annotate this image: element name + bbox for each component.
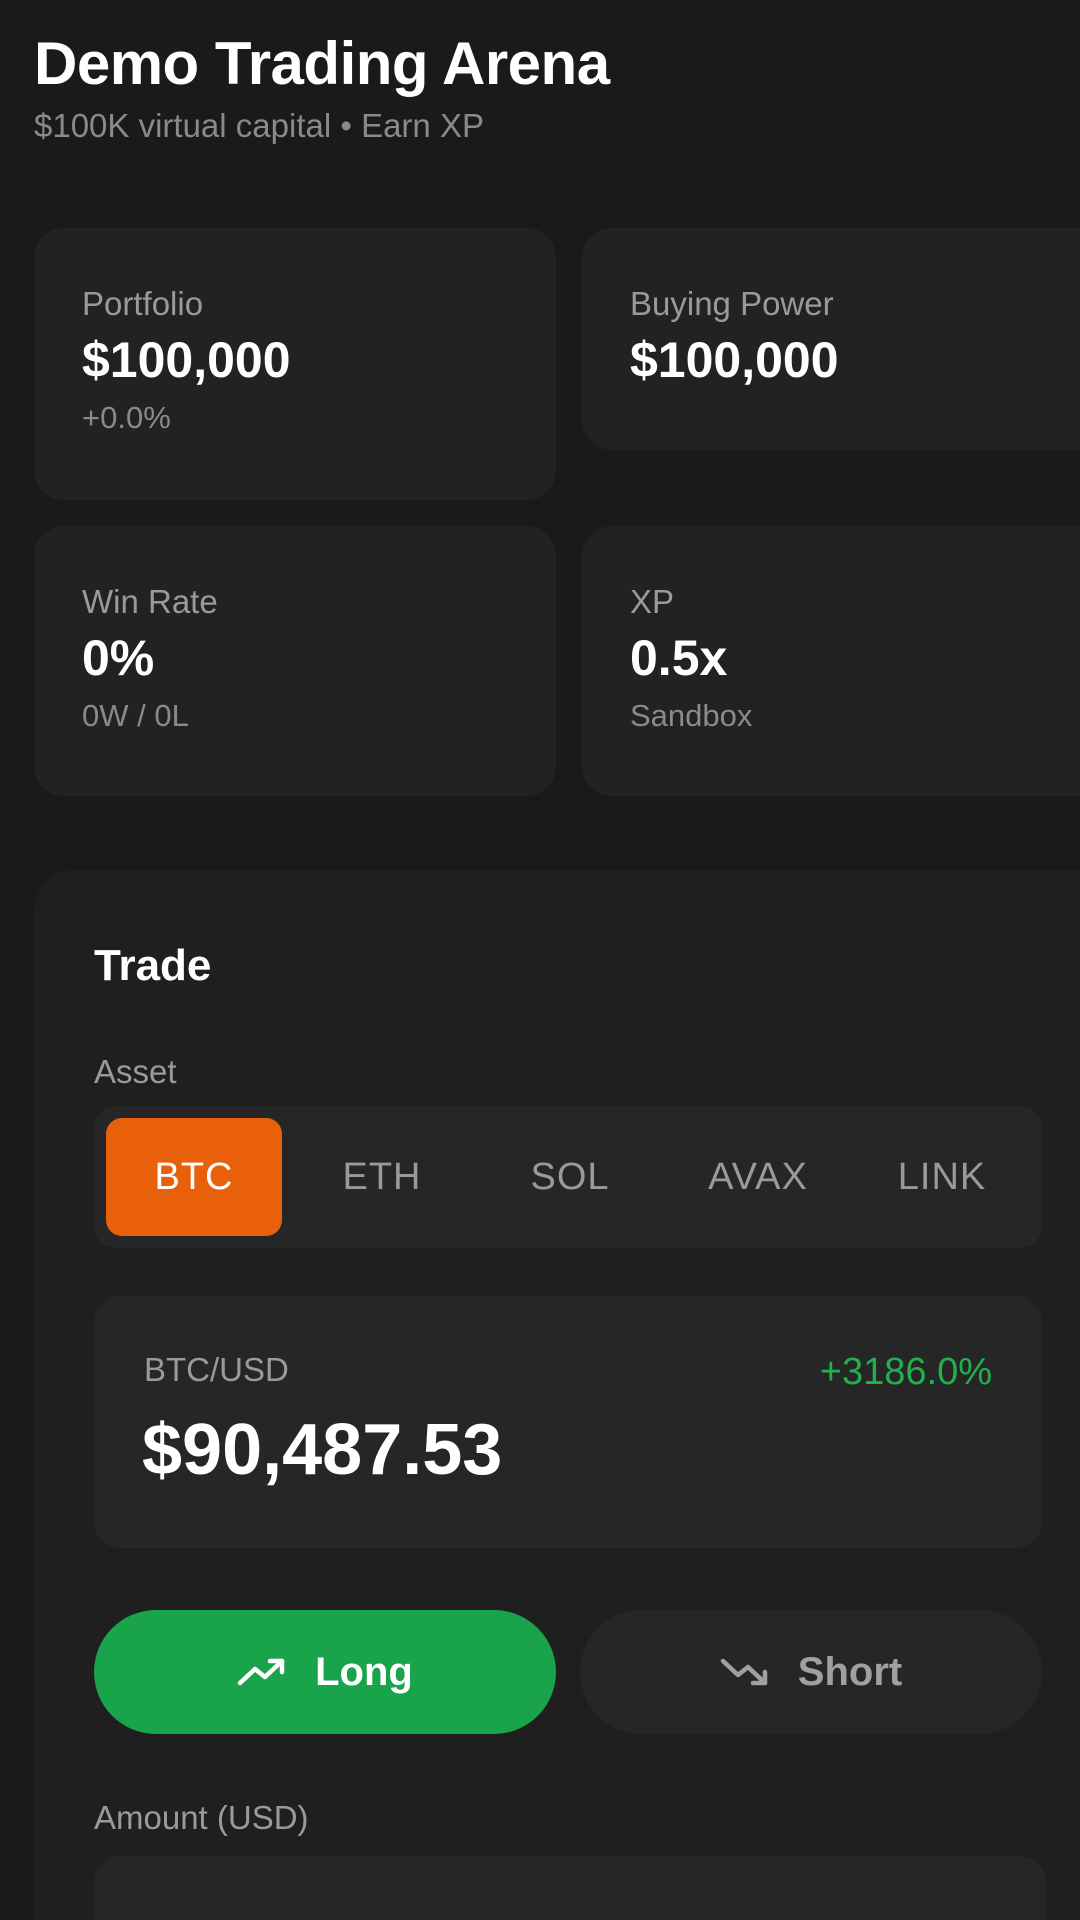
trading-pair: BTC/USD <box>144 1351 289 1388</box>
page-subtitle: $100K virtual capital • Earn XP <box>34 107 484 144</box>
trade-title: Trade <box>94 941 212 990</box>
xp-mode: Sandbox <box>630 698 753 733</box>
buying-power-card: Buying Power $100,000 <box>582 228 1080 450</box>
trending-up-icon <box>237 1658 285 1686</box>
portfolio-value: $100,000 <box>82 332 291 388</box>
current-price: $90,487.53 <box>142 1410 503 1490</box>
long-button-label: Long <box>315 1649 413 1694</box>
asset-tab-btc[interactable]: BTC <box>106 1118 282 1236</box>
asset-tab-eth[interactable]: ETH <box>294 1118 470 1236</box>
win-rate-value: 0% <box>82 630 155 686</box>
page-header: Demo Trading Arena $100K virtual capital… <box>34 28 610 146</box>
page-title: Demo Trading Arena <box>34 30 610 97</box>
asset-label: Asset <box>94 1053 177 1090</box>
buying-power-value: $100,000 <box>630 332 839 388</box>
portfolio-label: Portfolio <box>82 285 204 322</box>
win-rate-label: Win Rate <box>82 583 218 620</box>
long-button[interactable]: Long <box>94 1610 556 1734</box>
asset-tab-sol[interactable]: SOL <box>482 1118 658 1236</box>
buying-power-label: Buying Power <box>630 285 834 322</box>
price-card: BTC/USD +3186.0% $90,487.53 <box>94 1296 1042 1548</box>
trading-arena-screen: Demo Trading Arena $100K virtual capital… <box>0 0 1080 1920</box>
xp-label: XP <box>630 583 675 620</box>
portfolio-change: +0.0% <box>82 400 171 435</box>
price-change: +3186.0% <box>819 1351 992 1393</box>
xp-card: XP 0.5x Sandbox <box>582 526 1080 796</box>
short-button-label: Short <box>797 1649 903 1694</box>
trending-down-icon <box>720 1658 768 1686</box>
win-rate-card: Win Rate 0% 0W / 0L <box>34 526 556 796</box>
short-button[interactable]: Short <box>580 1610 1042 1734</box>
asset-selector: BTC ETH SOL AVAX LINK <box>94 1106 1042 1248</box>
xp-multiplier: 0.5x <box>630 630 728 686</box>
portfolio-card: Portfolio $100,000 +0.0% <box>34 228 556 500</box>
win-loss-record: 0W / 0L <box>82 698 189 733</box>
amount-input[interactable] <box>94 1856 1046 1920</box>
asset-tab-avax[interactable]: AVAX <box>670 1118 846 1236</box>
amount-label: Amount (USD) <box>94 1799 309 1836</box>
asset-tab-link[interactable]: LINK <box>854 1118 1030 1236</box>
